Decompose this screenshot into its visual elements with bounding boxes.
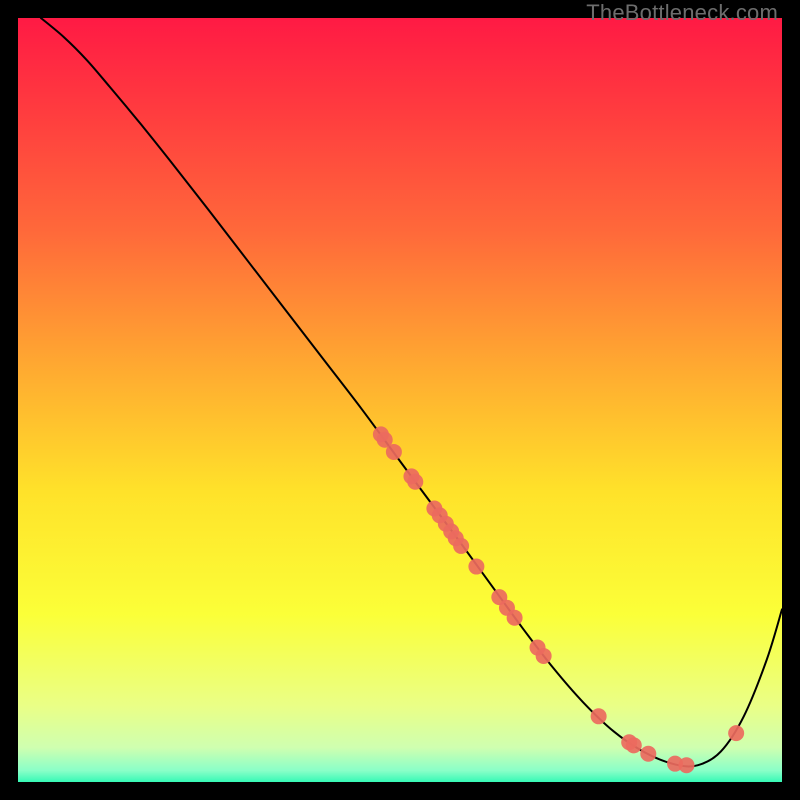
highlight-point: [591, 708, 607, 724]
highlight-point: [507, 610, 523, 626]
highlight-point: [679, 757, 695, 773]
highlight-point: [407, 474, 423, 490]
chart-frame: [18, 18, 782, 782]
watermark-text: TheBottleneck.com: [586, 0, 778, 26]
highlight-point: [468, 559, 484, 575]
highlight-point: [728, 725, 744, 741]
chart-background: [18, 18, 782, 782]
highlight-point: [626, 737, 642, 753]
highlight-point: [453, 538, 469, 554]
bottleneck-chart: [18, 18, 782, 782]
highlight-point: [386, 444, 402, 460]
highlight-point: [640, 746, 656, 762]
highlight-point: [536, 648, 552, 664]
